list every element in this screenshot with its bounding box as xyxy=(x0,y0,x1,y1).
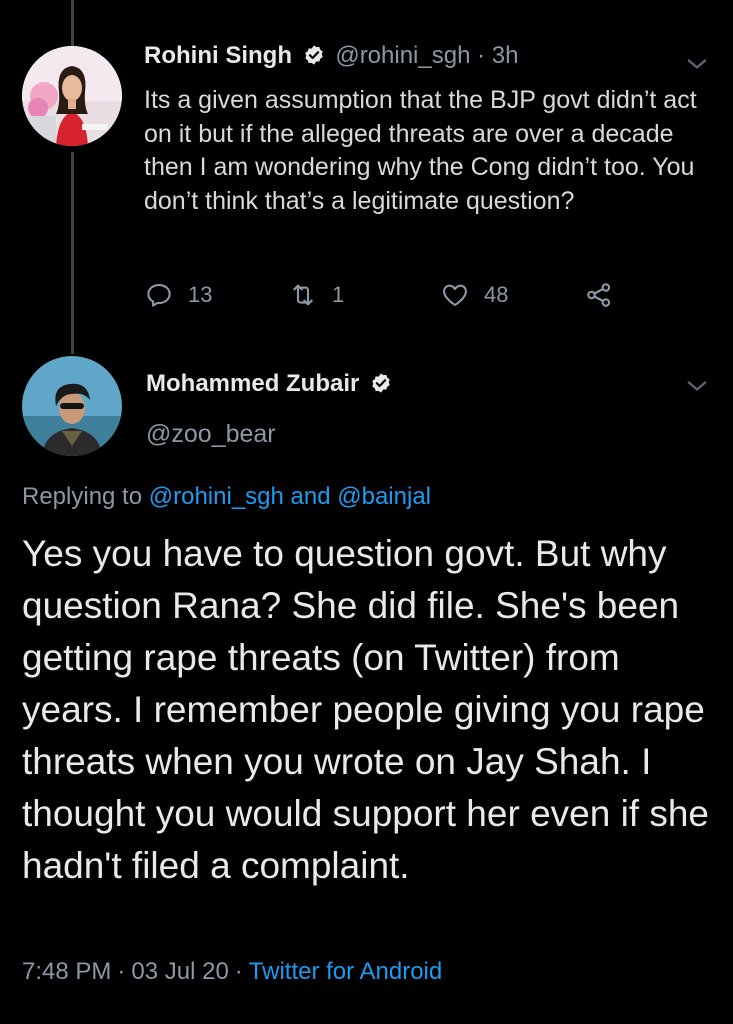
share-button[interactable] xyxy=(584,280,628,310)
parent-separator: · xyxy=(477,42,486,69)
parent-time[interactable]: 3h xyxy=(492,42,519,69)
meta-separator: · xyxy=(234,958,243,985)
verified-badge-icon xyxy=(372,373,390,393)
like-icon xyxy=(443,284,467,307)
tweet-metadata: 7:48 PM · 03 Jul 20 · Twitter for Android xyxy=(22,958,442,986)
retweet-count: 1 xyxy=(332,282,345,307)
reply-tweet-text: Yes you have to question govt. But why q… xyxy=(22,533,710,886)
retweet-icon xyxy=(293,284,313,306)
tweet-time[interactable]: 7:48 PM xyxy=(22,958,111,985)
tweet-date[interactable]: 03 Jul 20 xyxy=(131,958,228,985)
thread-line-top xyxy=(71,0,74,46)
parent-tweet-text: Its a given assumption that the BJP govt… xyxy=(144,86,697,215)
replying-user-link[interactable]: @rohini_sgh xyxy=(149,483,284,510)
replying-and: and xyxy=(290,483,331,510)
share-icon xyxy=(587,283,611,307)
parent-handle[interactable]: @rohini_sgh xyxy=(335,42,470,69)
like-button[interactable]: 48 xyxy=(440,280,508,310)
parent-action-bar: 13 1 48 xyxy=(144,280,644,316)
tweet-source[interactable]: Twitter for Android xyxy=(249,958,442,985)
replying-prefix: Replying to xyxy=(22,483,143,510)
avatar-zubair[interactable] xyxy=(22,356,122,456)
reply-button[interactable]: 13 xyxy=(144,280,212,310)
reply-display-name[interactable]: Mohammed Zubair xyxy=(146,370,359,397)
chevron-down-icon[interactable] xyxy=(683,50,711,78)
thread-line-connector xyxy=(71,152,74,354)
meta-separator: · xyxy=(117,958,126,985)
reply-handle[interactable]: @zoo_bear xyxy=(146,420,276,449)
reply-count: 13 xyxy=(188,282,213,307)
like-count: 48 xyxy=(484,282,509,307)
retweet-button[interactable]: 1 xyxy=(288,280,344,310)
parent-tweet-header: Rohini Singh @rohini_sgh · 3h xyxy=(144,42,518,70)
chevron-down-icon[interactable] xyxy=(683,372,711,400)
tweet-thread: Rohini Singh @rohini_sgh · 3h Its a give… xyxy=(0,0,733,1024)
replying-user-link[interactable]: @bainjal xyxy=(337,483,431,510)
reply-icon xyxy=(147,283,171,307)
parent-display-name[interactable]: Rohini Singh xyxy=(144,42,292,69)
avatar-rohini[interactable] xyxy=(22,46,122,146)
reply-display-name-row: Mohammed Zubair xyxy=(146,370,396,398)
replying-to: Replying to @rohini_sgh and @bainjal xyxy=(22,483,431,511)
verified-badge-icon xyxy=(304,45,323,65)
